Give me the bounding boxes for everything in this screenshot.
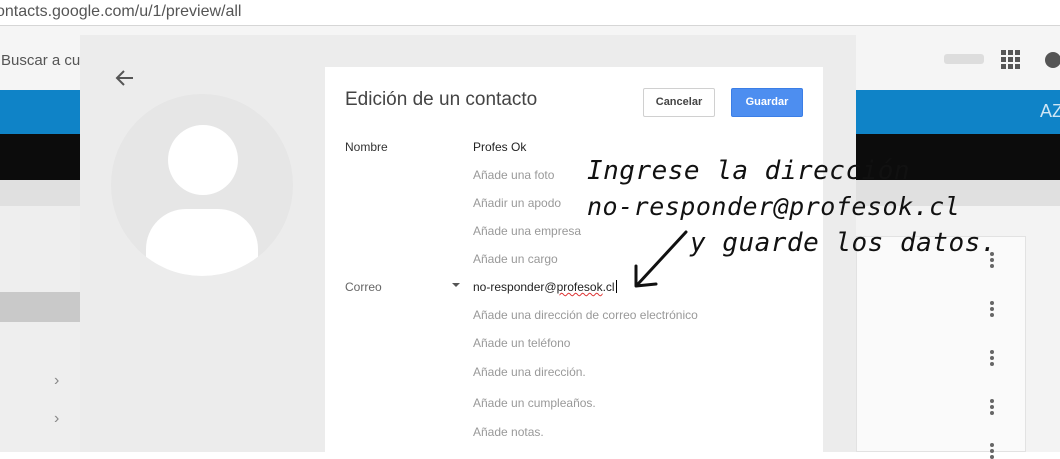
email-suffix: .cl <box>602 280 615 294</box>
email-prefix: no-responder@ <box>473 280 557 294</box>
add-photo-field[interactable]: Añade una foto <box>473 168 554 182</box>
url-text: ontacts.google.com/u/1/preview/all <box>0 3 242 20</box>
header-sort-label: AZ <box>1040 101 1060 121</box>
avatar[interactable] <box>111 94 293 276</box>
more-vert-icon[interactable] <box>990 399 994 415</box>
annotation-line-1: Ingrese la dirección <box>587 156 911 186</box>
add-phone-field[interactable]: Añade un teléfono <box>473 336 570 350</box>
add-birthday-field[interactable]: Añade un cumpleaños. <box>473 396 596 410</box>
text-caret <box>615 280 617 293</box>
left-nav <box>0 206 80 452</box>
left-nav-selected[interactable] <box>0 292 80 322</box>
more-vert-icon[interactable] <box>990 350 994 366</box>
chevron-right-icon[interactable]: › <box>54 372 59 390</box>
add-nickname-field[interactable]: Añadir un apodo <box>473 196 561 210</box>
notifications-icon[interactable] <box>1045 52 1060 68</box>
avatar-body-shape <box>146 209 258 276</box>
dialog-title: Edición de un contacto <box>345 89 538 110</box>
chevron-right-icon[interactable]: › <box>54 410 59 428</box>
more-vert-icon[interactable] <box>990 443 994 459</box>
name-field[interactable]: Profes Ok <box>473 140 526 154</box>
add-job-field[interactable]: Añade un cargo <box>473 252 558 266</box>
contact-list-card <box>856 236 1026 452</box>
add-address-field[interactable]: Añade una dirección. <box>473 365 586 379</box>
add-notes-field[interactable]: Añade notas. <box>473 425 544 439</box>
search-input[interactable]: Buscar a cu <box>1 52 80 69</box>
add-email-field[interactable]: Añade una dirección de correo electrónic… <box>473 308 698 322</box>
email-type-label[interactable]: Correo <box>345 280 382 294</box>
annotation-line-2: no-responder@profesok.cl <box>587 192 961 221</box>
account-name <box>944 54 984 64</box>
address-bar[interactable]: ontacts.google.com/u/1/preview/all <box>0 0 1060 26</box>
more-vert-icon[interactable] <box>990 301 994 317</box>
caret-down-icon[interactable] <box>452 283 460 287</box>
name-label: Nombre <box>345 140 388 154</box>
add-company-field[interactable]: Añade una empresa <box>473 224 581 238</box>
cancel-button[interactable]: Cancelar <box>643 88 715 117</box>
edit-form-panel <box>325 67 823 452</box>
apps-grid-icon[interactable] <box>1001 50 1021 70</box>
email-misspelled-part: profesok <box>556 280 603 294</box>
email-field[interactable]: no-responder@profesok.cl <box>473 280 617 294</box>
save-button[interactable]: Guardar <box>731 88 803 117</box>
avatar-head-shape <box>168 125 238 195</box>
annotation-arrow-icon <box>634 230 688 288</box>
arrow-left-icon[interactable] <box>115 68 135 88</box>
annotation-line-3: y guarde los datos. <box>690 228 997 258</box>
